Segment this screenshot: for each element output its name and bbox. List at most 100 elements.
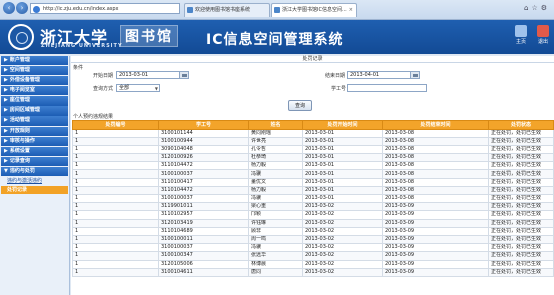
arrow-icon: ▶	[4, 117, 8, 124]
cell-start-time: 2013-03-02	[302, 267, 383, 277]
arrow-icon: ▶	[4, 57, 8, 63]
cell-status: 正在处罚，处罚已生效	[488, 153, 554, 163]
column-header-name[interactable]: 姓名	[248, 120, 303, 130]
cell-status: 正在处罚，处罚已生效	[488, 226, 554, 236]
main-content: 处罚记录 条件 开始日期 2013-03-01 结束日期 2013-04-01 …	[71, 56, 554, 295]
condition-label: 条件	[73, 65, 84, 71]
sidebar-item-records[interactable]: ▶ 记录查询	[1, 156, 68, 166]
sidebar-item-equipment[interactable]: ▶ 外借设备管理	[1, 76, 68, 86]
back-icon[interactable]: ‹	[3, 2, 15, 14]
logo-english: ZHEJIANG UNIVERSITY	[41, 43, 123, 49]
column-header-penalty-id[interactable]: 处罚编号	[72, 120, 159, 130]
cell-start-time: 2013-03-02	[302, 226, 383, 236]
cell-end-time: 2013-03-09	[382, 267, 489, 277]
cell-status: 正在处罚，处罚已生效	[488, 210, 554, 220]
cell-name: 张远华	[248, 251, 303, 261]
sidebar-item-account[interactable]: ▶ 账户管理	[1, 56, 68, 66]
cell-start-time: 2013-03-01	[302, 177, 383, 187]
cell-penalty-id: 1	[72, 153, 159, 163]
cell-name: 许世亮	[248, 136, 303, 146]
column-header-start-time[interactable]: 处罚开始时间	[302, 120, 383, 130]
cell-name: 冯骥	[248, 193, 303, 204]
sidebar-item-e-reading[interactable]: ▶ 电子阅览室	[1, 86, 68, 96]
cell-student-id: 3090104048	[158, 144, 249, 155]
browser-toolbar: ‹ › http://ic.zju.edu.cn/index.aspx 欢迎使用…	[0, 0, 554, 20]
sidebar-item-violations[interactable]: ▼ 违约与处罚	[1, 166, 68, 177]
cell-start-time: 2013-03-02	[302, 202, 383, 212]
cell-status: 正在处罚，处罚已生效	[488, 267, 554, 277]
end-date-input[interactable]: 2013-04-01	[347, 71, 411, 79]
cell-penalty-id: 1	[72, 161, 159, 171]
sidebar-item-review[interactable]: ▶ 审核与操作	[1, 136, 68, 146]
start-date-input[interactable]: 2013-03-01	[116, 71, 180, 79]
cell-status: 正在处罚，处罚已生效	[488, 185, 554, 196]
address-bar[interactable]: http://ic.zju.edu.cn/index.aspx	[30, 3, 180, 14]
calendar-icon[interactable]	[179, 71, 189, 79]
arrow-icon: ▶	[4, 127, 8, 134]
student-id-input[interactable]	[347, 84, 427, 92]
sidebar-item-space[interactable]: ▶ 空间管理	[1, 66, 68, 76]
system-title: IC信息空间管理系统	[206, 32, 344, 48]
column-header-student-id[interactable]: 学工号	[158, 120, 249, 130]
query-mode-select[interactable]: 全部 ▼	[116, 84, 160, 92]
cell-name: 董优文	[248, 177, 303, 187]
cell-penalty-id: 1	[72, 210, 159, 220]
cell-start-time: 2013-03-02	[302, 251, 383, 261]
cell-penalty-id: 1	[72, 267, 159, 277]
site-header: 浙江大学 ZHEJIANG UNIVERSITY 图书馆 IC信息空间管理系统 …	[0, 20, 554, 54]
cell-end-time: 2013-03-08	[382, 161, 489, 171]
cell-start-time: 2013-03-02	[302, 218, 383, 228]
column-header-status[interactable]: 处罚状态	[488, 120, 554, 130]
library-label: 图书馆	[120, 25, 178, 47]
tab-favicon-icon	[187, 7, 193, 13]
table-row: 1 3100101144 黄同刚瑶 2013-03-01 2013-03-08 正在处罚，…	[72, 128, 554, 138]
cell-status: 正在处罚，处罚已生效	[488, 251, 554, 261]
cell-end-time: 2013-03-09	[382, 251, 489, 261]
cell-student-id: 3100100037	[158, 193, 249, 204]
cell-name: 林博晨	[248, 259, 303, 269]
sidebar-subitem-penalty-records[interactable]: 处罚记录	[1, 185, 68, 194]
cell-penalty-id: 1	[72, 243, 159, 253]
browser-tool-icons[interactable]: ⌂☆⚙	[524, 4, 550, 12]
cell-student-id: 3110102957	[158, 210, 249, 220]
end-date-label: 结束日期	[325, 73, 346, 79]
cell-end-time: 2013-03-08	[382, 144, 489, 155]
sidebar-subitem-violation-activation[interactable]: 违约与激活违约	[1, 177, 68, 185]
cell-end-time: 2013-03-08	[382, 153, 489, 163]
table-row: 1 3110104472 杨力毅 2013-03-01 2013-03-08 正在处罚，处…	[72, 185, 554, 196]
table-row: 1 3119901011 梁心重 2013-03-02 2013-03-09 正在处罚，处…	[72, 202, 554, 212]
cell-status: 正在处罚，处罚已生效	[488, 234, 554, 245]
home-icon	[515, 25, 527, 37]
cell-end-time: 2013-03-08	[382, 185, 489, 196]
arrow-icon: ▶	[4, 147, 8, 154]
cell-status: 正在处罚，处罚已生效	[488, 161, 554, 171]
sidebar-item-settings[interactable]: ▶ 系统设置	[1, 146, 68, 156]
calendar-icon[interactable]	[410, 71, 420, 79]
cell-end-time: 2013-03-08	[382, 136, 489, 146]
cell-end-time: 2013-03-08	[382, 177, 489, 187]
cell-status: 正在处罚，处罚已生效	[488, 193, 554, 204]
sidebar-item-rooms[interactable]: ▶ 房间区域管理	[1, 106, 68, 116]
cell-end-time: 2013-03-08	[382, 128, 489, 138]
column-header-end-time[interactable]: 处罚结束时间	[382, 120, 489, 130]
cell-penalty-id: 1	[72, 136, 159, 146]
cell-student-id: 3110104472	[158, 185, 249, 196]
cell-status: 正在处罚，处罚已生效	[488, 144, 554, 155]
cell-name: 顾非	[248, 226, 303, 236]
home-button[interactable]: 主页	[513, 25, 529, 45]
query-button[interactable]: 查询	[288, 100, 312, 111]
cell-penalty-id: 1	[72, 193, 159, 204]
sidebar-item-activities[interactable]: ▶ 活动管理	[1, 116, 68, 126]
browser-tab-1[interactable]: 浙江大学图书馆IC信息空间... ×	[271, 3, 357, 17]
close-tab-icon[interactable]: ×	[349, 4, 353, 17]
cell-penalty-id: 1	[72, 128, 159, 138]
cell-student-id: 3110104689	[158, 226, 249, 236]
penalty-table: 处罚编号 学工号 姓名 处罚开始时间 处罚结束时间 处罚状态 1 31001011…	[72, 120, 554, 277]
browser-tab-0[interactable]: 欢迎使用图书馆书座系统	[184, 3, 270, 17]
arrow-icon: ▶	[4, 137, 8, 144]
forward-icon[interactable]: ›	[16, 2, 28, 14]
sidebar-item-open-rules[interactable]: ▶ 开放规则	[1, 126, 68, 136]
sidebar-item-seats[interactable]: ▶ 座位管理	[1, 96, 68, 106]
arrow-icon: ▶	[4, 97, 8, 104]
exit-button[interactable]: 退出	[535, 25, 551, 45]
